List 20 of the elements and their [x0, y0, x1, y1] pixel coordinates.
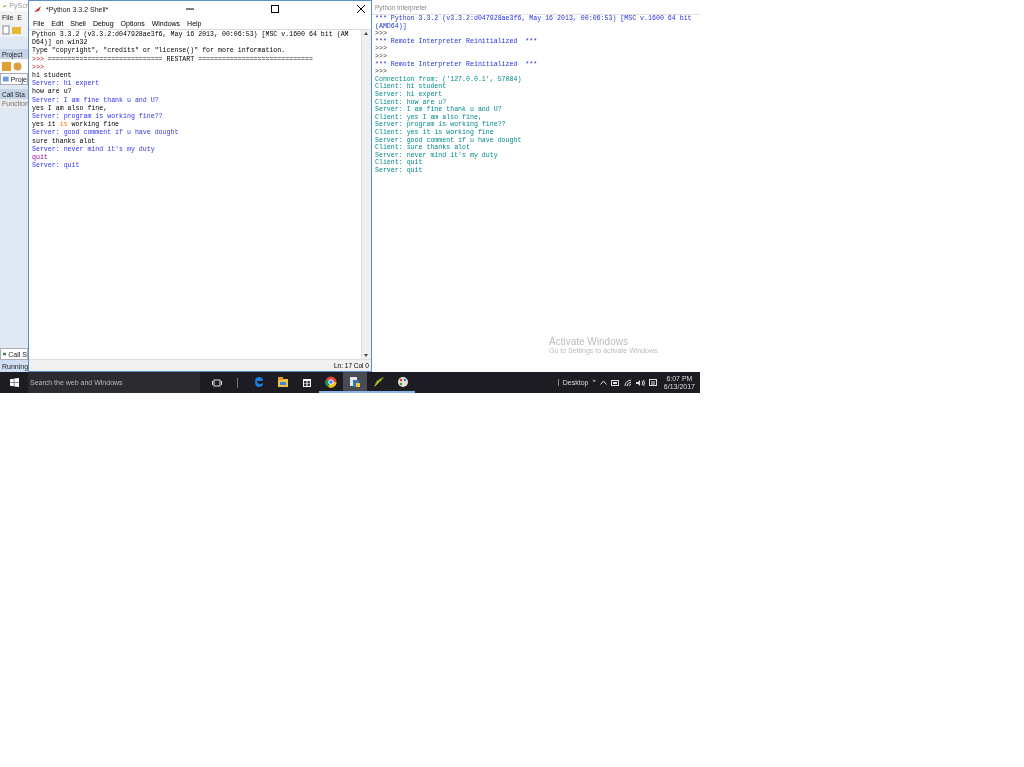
folder-icon	[3, 76, 9, 82]
windows-logo-icon[interactable]	[9, 378, 19, 387]
speaker-icon[interactable]	[635, 378, 645, 387]
scroll-up-icon[interactable]	[362, 30, 370, 37]
up-caret-icon[interactable]	[599, 380, 607, 385]
task-view-icon[interactable]	[212, 378, 222, 387]
network-icon[interactable]	[623, 378, 632, 387]
maximize-icon[interactable]	[271, 5, 280, 13]
folder-icon[interactable]	[277, 375, 289, 388]
feather-icon	[33, 5, 42, 13]
activation-title: Activate Windows	[549, 336, 629, 347]
python-file-icon-button[interactable]	[343, 372, 367, 393]
battery-icon[interactable]	[610, 379, 620, 386]
close-icon[interactable]	[357, 5, 365, 13]
browser-circle-icon[interactable]	[325, 375, 337, 388]
python-file-icon[interactable]	[349, 375, 361, 388]
notification-icon[interactable]	[648, 378, 657, 387]
browser-e-icon[interactable]	[253, 375, 265, 388]
paint-palette-icon[interactable]	[397, 375, 409, 388]
minimize-icon[interactable]	[185, 5, 194, 13]
